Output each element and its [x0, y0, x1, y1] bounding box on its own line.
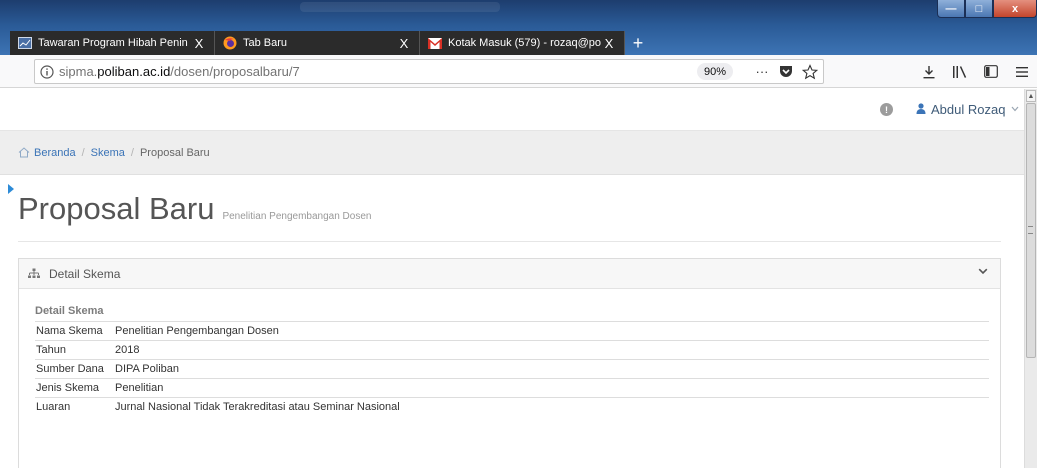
- tab-gmail[interactable]: Kotak Masuk (579) - rozaq@po X: [420, 31, 625, 55]
- panel-heading: Detail Skema: [49, 266, 121, 281]
- url-path: /dosen/proposalbaru/7: [170, 64, 300, 79]
- user-menu[interactable]: Abdul Rozaq: [916, 99, 1019, 119]
- tab-strip: Tawaran Program Hibah Penin X Tab Baru X…: [10, 31, 651, 55]
- zoom-indicator[interactable]: 90%: [696, 63, 733, 80]
- url-subdomain: sipma.: [59, 64, 98, 79]
- breadcrumb: Beranda / Skema / Proposal Baru: [0, 131, 1024, 175]
- notification-icon[interactable]: !: [880, 103, 893, 116]
- table-row: Luaran Jurnal Nasional Tidak Terakredita…: [35, 398, 989, 417]
- library-icon[interactable]: [944, 59, 975, 84]
- window-controls: — □ x: [937, 0, 1037, 20]
- table-row: Nama Skema Penelitian Pengembangan Dosen: [35, 321, 989, 341]
- firefox-icon: [223, 36, 237, 50]
- breadcrumb-separator: /: [130, 146, 134, 159]
- breadcrumb-skema[interactable]: Skema: [91, 147, 125, 159]
- window-close-button[interactable]: x: [993, 0, 1037, 18]
- app-header: ! Abdul Rozaq: [0, 89, 1024, 131]
- vertical-scrollbar[interactable]: ▲: [1024, 89, 1037, 468]
- new-tab-button[interactable]: +: [625, 31, 651, 55]
- scroll-up-arrow-icon[interactable]: ▲: [1026, 90, 1036, 102]
- table-row: Sumber Dana DIPA Poliban: [35, 359, 989, 379]
- address-bar[interactable]: sipma.poliban.ac.id/dosen/proposalbaru/7…: [34, 59, 824, 84]
- row-value: Penelitian Pengembangan Dosen: [115, 321, 989, 341]
- gmail-icon: [428, 36, 442, 50]
- section-label: Detail Skema: [35, 305, 104, 317]
- breadcrumb-beranda[interactable]: Beranda: [34, 147, 76, 159]
- tab-label: Kotak Masuk (579) - rozaq@po: [448, 37, 602, 49]
- page-actions-icon[interactable]: ···: [751, 61, 773, 83]
- page-title-text: Proposal Baru: [18, 191, 215, 226]
- scrollbar-grip: [1028, 226, 1033, 234]
- web-page: ! Abdul Rozaq Beranda / Skema / Proposal…: [0, 89, 1024, 468]
- row-key: Jenis Skema: [35, 378, 115, 398]
- row-value: DIPA Poliban: [115, 359, 989, 379]
- window-titlebar: — □ x Tawaran Program Hibah Penin X Tab …: [0, 0, 1037, 55]
- row-key: Nama Skema: [35, 321, 115, 341]
- row-value: Jurnal Nasional Tidak Terakreditasi atau…: [115, 401, 400, 414]
- row-value: 2018: [115, 340, 989, 360]
- menu-icon[interactable]: [1006, 59, 1037, 84]
- bookmark-star-icon[interactable]: [799, 61, 821, 83]
- user-name: Abdul Rozaq: [931, 101, 1006, 117]
- sidebar-toggle-icon[interactable]: [8, 184, 14, 194]
- minimize-button[interactable]: —: [937, 0, 965, 18]
- tab-close-icon[interactable]: X: [192, 36, 206, 51]
- collapse-chevron-icon[interactable]: [978, 268, 988, 275]
- site-favicon-icon: [18, 36, 32, 50]
- chevron-down-icon: [1011, 104, 1019, 115]
- tab-close-icon[interactable]: X: [397, 36, 411, 51]
- page-title: Proposal Baru Penelitian Pengembangan Do…: [18, 191, 371, 231]
- page-subtitle: Penelitian Pengembangan Dosen: [222, 211, 372, 222]
- navigation-toolbar: sipma.poliban.ac.id/dosen/proposalbaru/7…: [0, 55, 1037, 88]
- tab-close-icon[interactable]: X: [602, 36, 616, 51]
- detail-table: Nama Skema Penelitian Pengembangan Dosen…: [35, 321, 989, 417]
- site-info-icon[interactable]: [35, 64, 59, 79]
- toolbar-right: [913, 59, 1037, 84]
- panel-body: Detail Skema Nama Skema Penelitian Penge…: [19, 289, 1000, 417]
- row-key: Luaran: [36, 401, 71, 414]
- maximize-button[interactable]: □: [965, 0, 993, 18]
- download-icon[interactable]: [913, 59, 944, 84]
- sitemap-icon: [28, 268, 40, 279]
- breadcrumb-separator: /: [81, 146, 85, 159]
- url-domain: poliban.ac.id: [97, 64, 171, 79]
- row-key: Tahun: [35, 340, 115, 360]
- tab-hibah[interactable]: Tawaran Program Hibah Penin X: [10, 31, 215, 55]
- pocket-icon[interactable]: [775, 61, 797, 83]
- table-row: Jenis Skema Penelitian: [35, 378, 989, 398]
- sidebar-icon[interactable]: [975, 59, 1006, 84]
- user-icon: [916, 102, 926, 117]
- row-value: Penelitian: [115, 378, 989, 398]
- detail-skema-panel: Detail Skema Detail Skema Nama Skema Pen…: [18, 258, 1001, 468]
- title-divider: [18, 241, 1001, 242]
- row-key: Sumber Dana: [35, 359, 115, 379]
- home-icon[interactable]: [18, 147, 30, 158]
- tab-new-tab[interactable]: Tab Baru X: [215, 31, 420, 55]
- url-text[interactable]: sipma.poliban.ac.id/dosen/proposalbaru/7: [59, 64, 697, 79]
- titlebar-decoration: [300, 2, 500, 12]
- tab-label: Tawaran Program Hibah Penin: [38, 37, 188, 49]
- breadcrumb-current: Proposal Baru: [139, 146, 210, 159]
- panel-header[interactable]: Detail Skema: [19, 259, 1000, 289]
- tab-label: Tab Baru: [243, 37, 288, 49]
- table-row: Tahun 2018: [35, 340, 989, 360]
